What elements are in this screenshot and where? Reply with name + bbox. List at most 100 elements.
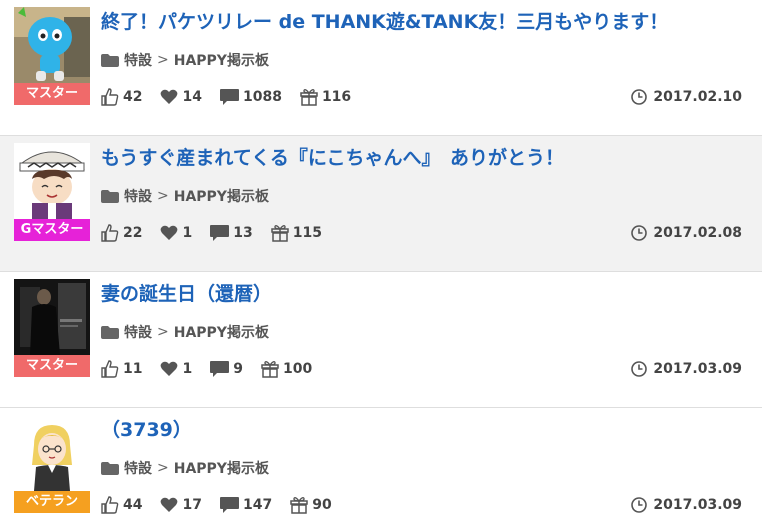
post-title[interactable]: 終了！パケツリレー de THANK遊&TANK友！三月もやります！ bbox=[101, 8, 752, 36]
post-item[interactable]: ベテラン （3739） 特設 > HAPPY掲示板 44 17 147 90 2… bbox=[0, 408, 762, 524]
heart-stat[interactable]: 1 bbox=[160, 225, 192, 241]
like-stat[interactable]: 44 bbox=[101, 496, 142, 514]
gift-count: 100 bbox=[282, 361, 313, 377]
date-text: 2017.03.09 bbox=[653, 497, 742, 513]
date-text: 2017.02.08 bbox=[653, 225, 742, 241]
breadcrumb-separator: > bbox=[157, 188, 169, 204]
heart-count: 14 bbox=[182, 89, 202, 105]
comment-icon bbox=[210, 360, 230, 377]
post-title[interactable]: 妻の誕生日（還暦） bbox=[101, 280, 752, 308]
like-count: 42 bbox=[123, 89, 143, 105]
date-text: 2017.02.10 bbox=[653, 89, 742, 105]
folder-icon bbox=[101, 461, 119, 475]
clock-icon bbox=[631, 225, 648, 241]
rank-badge: マスター bbox=[14, 355, 90, 377]
post-item[interactable]: マスター 妻の誕生日（還暦） 特設 > HAPPY掲示板 11 1 9 100 … bbox=[0, 272, 762, 408]
like-stat[interactable]: 22 bbox=[101, 224, 142, 242]
rank-badge: マスター bbox=[14, 83, 90, 105]
comment-stat[interactable]: 1088 bbox=[219, 88, 282, 106]
board-link[interactable]: HAPPY掲示板 bbox=[174, 50, 269, 70]
board-link[interactable]: HAPPY掲示板 bbox=[174, 458, 269, 478]
heart-icon bbox=[161, 225, 178, 240]
clock-icon bbox=[631, 361, 648, 377]
comment-count: 13 bbox=[233, 225, 253, 241]
gift-stat[interactable]: 100 bbox=[261, 360, 312, 378]
gift-icon bbox=[300, 89, 318, 106]
heart-icon bbox=[161, 497, 178, 512]
gift-icon bbox=[261, 361, 279, 378]
folder-icon bbox=[101, 325, 119, 339]
breadcrumb: 特設 > HAPPY掲示板 bbox=[101, 458, 269, 478]
heart-icon bbox=[161, 361, 178, 376]
clock-icon bbox=[631, 497, 648, 513]
gift-stat[interactable]: 90 bbox=[290, 496, 332, 514]
like-stat[interactable]: 42 bbox=[101, 88, 142, 106]
like-count: 11 bbox=[123, 361, 143, 377]
date-text: 2017.03.09 bbox=[653, 361, 742, 377]
post-title[interactable]: （3739） bbox=[101, 416, 752, 444]
rank-badge: Gマスター bbox=[14, 219, 90, 241]
breadcrumb-separator: > bbox=[157, 52, 169, 68]
post-list: マスター 終了！パケツリレー de THANK遊&TANK友！三月もやります！ … bbox=[0, 0, 762, 524]
gift-count: 116 bbox=[321, 89, 352, 105]
thumbs-up-icon bbox=[101, 88, 119, 106]
post-stats: 22 1 13 115 bbox=[101, 222, 340, 244]
comment-count: 9 bbox=[233, 361, 243, 377]
like-count: 22 bbox=[123, 225, 143, 241]
post-date: 2017.03.09 bbox=[631, 358, 742, 380]
post-title[interactable]: もうすぐ産まれてくる『にこちゃんへ』 ありがとう！ bbox=[101, 144, 752, 172]
comment-count: 1088 bbox=[242, 89, 282, 105]
gift-count: 90 bbox=[312, 497, 332, 513]
user-avatar[interactable]: マスター bbox=[14, 279, 90, 377]
folder-icon bbox=[101, 53, 119, 67]
avatar-image bbox=[14, 143, 90, 219]
heart-icon bbox=[161, 89, 178, 104]
category-link[interactable]: 特設 bbox=[124, 322, 152, 342]
heart-count: 1 bbox=[182, 361, 193, 377]
heart-count: 1 bbox=[182, 225, 193, 241]
comment-icon bbox=[219, 496, 239, 513]
breadcrumb-separator: > bbox=[157, 460, 169, 476]
post-stats: 44 17 147 90 bbox=[101, 494, 350, 516]
heart-stat[interactable]: 17 bbox=[160, 497, 202, 513]
avatar-image bbox=[14, 279, 90, 355]
heart-count: 17 bbox=[182, 497, 202, 513]
breadcrumb: 特設 > HAPPY掲示板 bbox=[101, 186, 269, 206]
comment-icon bbox=[210, 224, 230, 241]
comment-stat[interactable]: 13 bbox=[210, 224, 253, 242]
thumbs-up-icon bbox=[101, 360, 119, 378]
thumbs-up-icon bbox=[101, 496, 119, 514]
gift-icon bbox=[290, 497, 308, 514]
category-link[interactable]: 特設 bbox=[124, 186, 152, 206]
board-link[interactable]: HAPPY掲示板 bbox=[174, 186, 269, 206]
comment-stat[interactable]: 9 bbox=[210, 360, 243, 378]
category-link[interactable]: 特設 bbox=[124, 458, 152, 478]
post-stats: 11 1 9 100 bbox=[101, 358, 330, 380]
avatar-image bbox=[14, 415, 90, 491]
post-date: 2017.02.08 bbox=[631, 222, 742, 244]
clock-icon bbox=[631, 89, 648, 105]
user-avatar[interactable]: ベテラン bbox=[14, 415, 90, 513]
breadcrumb: 特設 > HAPPY掲示板 bbox=[101, 50, 269, 70]
category-link[interactable]: 特設 bbox=[124, 50, 152, 70]
heart-stat[interactable]: 14 bbox=[160, 89, 202, 105]
gift-stat[interactable]: 115 bbox=[270, 224, 322, 242]
post-item[interactable]: マスター 終了！パケツリレー de THANK遊&TANK友！三月もやります！ … bbox=[0, 0, 762, 136]
heart-stat[interactable]: 1 bbox=[160, 361, 192, 377]
post-item[interactable]: Gマスター もうすぐ産まれてくる『にこちゃんへ』 ありがとう！ 特設 > HAP… bbox=[0, 136, 762, 272]
breadcrumb-separator: > bbox=[157, 324, 169, 340]
user-avatar[interactable]: マスター bbox=[14, 7, 90, 105]
like-count: 44 bbox=[123, 497, 143, 513]
post-date: 2017.03.09 bbox=[631, 494, 742, 516]
breadcrumb: 特設 > HAPPY掲示板 bbox=[101, 322, 269, 342]
gift-stat[interactable]: 116 bbox=[300, 88, 351, 106]
post-date: 2017.02.10 bbox=[631, 86, 742, 108]
like-stat[interactable]: 11 bbox=[101, 360, 142, 378]
user-avatar[interactable]: Gマスター bbox=[14, 143, 90, 241]
comment-icon bbox=[219, 88, 239, 105]
comment-count: 147 bbox=[242, 497, 273, 513]
folder-icon bbox=[101, 189, 119, 203]
gift-count: 115 bbox=[292, 225, 322, 241]
comment-stat[interactable]: 147 bbox=[219, 496, 273, 514]
board-link[interactable]: HAPPY掲示板 bbox=[174, 322, 269, 342]
